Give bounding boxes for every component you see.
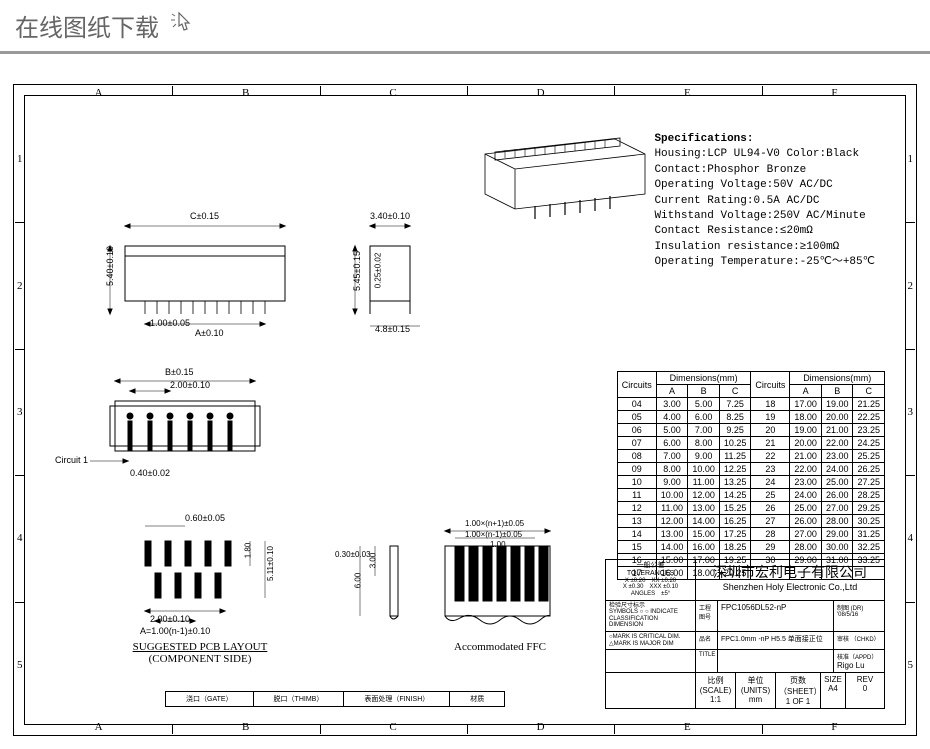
dim-foot: 4.8±0.15 [375,324,410,334]
pcb-layout-view: 0.60±0.05 1.80 5.11±0.10 2.00±0.10 A=1.0… [85,511,315,661]
dim-w04: 0.40±0.02 [130,468,170,478]
dim-ffc-h1: 3.00 [368,553,377,569]
dim-w: 3.40±0.10 [370,211,410,221]
dim-ffc-h2: 6.00 [353,573,362,589]
grid-col-label: D [537,721,545,733]
th-dims2: Dimensions(mm) [790,372,885,385]
dim-pitch: 1.00±0.05 [150,318,190,328]
dim-pcb-a: A=1.00(n-1)±0.10 [140,626,210,636]
spec-line: Contact:Phosphor Bronze [654,163,875,178]
dim-b: B±0.15 [165,367,193,377]
th-circuits: Circuits [617,372,656,398]
drawing-frame-inner: AABBCCDDEEFF1122334455 Specifications: H… [24,95,906,725]
grid-row-label: 2 [908,280,914,292]
grid-row-label: 2 [17,280,23,292]
grid-col-label: E [684,721,691,733]
dim-ffc-w1: 1.00×(n+1)±0.05 [465,519,524,528]
grid-col-label: C [389,721,396,733]
side-view: 3.40±0.10 5.45±0.15 0.25±0.02 4.8±0.15 [335,206,435,336]
pcb-title1: SUGGESTED PCB LAYOUT [115,641,285,653]
table-row: 043.005.007.251817.0019.0021.25 [617,398,884,411]
dim-a: A±0.10 [195,328,223,338]
table-row: 109.0011.0013.252423.0025.0027.25 [617,476,884,489]
part-number: FPC1056DL52-nP [718,601,834,631]
dim-p2: 2.00±0.10 [170,380,210,390]
table-row: 1514.0016.0018.252928.0030.0032.25 [617,541,884,554]
grid-col-label: B [242,87,249,99]
dim-h: 5.40±0.10 [105,246,115,286]
spec-line: Insulation resistance:≥100mΩ [654,240,875,255]
grid-row-label: 5 [17,659,23,671]
drawing-frame-outer: A A B B C C D D E E F F 1 1 2 2 3 3 4 4 5 5 Specifications: H… [13,84,917,736]
table-row: 1211.0013.0015.252625.0027.0029.25 [617,502,884,515]
th-circuits2: Circuits [751,372,790,398]
title-block: 一般公差 TOLERANCES X ±0.20 XX ±0.20 X ±0.30… [605,559,885,709]
part-desc: FPC1.0mm -nP H5.5 单面接正位 [718,632,834,649]
circuit-label: Circuit 1 [55,455,88,465]
grid-row-label: 4 [908,532,914,544]
dim-ffc-t: 0.30±0.03 [335,550,371,559]
dim-h2: 5.45±0.15 [352,251,362,291]
spec-line: Current Rating:0.5A AC/DC [654,194,875,209]
grid-row-label: 3 [17,406,23,418]
grid-col-label: C [389,87,396,99]
grid-col-label: D [537,87,545,99]
page-title: 在线图纸下载 [15,8,159,43]
ffc-view: 1.00×(n+1)±0.05 1.00×(n-1)±0.05 1.00 0.3… [335,516,615,666]
grid-col-label: A [95,721,103,733]
grid-row-label: 1 [908,153,914,165]
grid-row-label: 3 [908,406,914,418]
grid-col-label: F [831,87,837,99]
table-row: 076.008.0010.252120.0022.0024.25 [617,437,884,450]
table-row: 087.009.0011.252221.0023.0025.25 [617,450,884,463]
dim-pcb-p: 2.00±0.10 [150,614,190,624]
grid-col-label: B [242,721,249,733]
specs-title: Specifications: [654,132,875,147]
spec-line: Withstand Voltage:250V AC/Minute [654,209,875,224]
grid-row-label: 5 [908,659,914,671]
company-name-en: Shenzhen Holy Electronic Co.,Ltd [699,582,881,592]
grid-col-label: F [831,721,837,733]
spec-line: Housing:LCP UL94-V0 Color:Black [654,147,875,162]
hand-cursor-icon [169,8,199,43]
spec-line: Contact Resistance:≤20mΩ [654,224,875,239]
company-name-cn: 深圳市宏利电子有限公司 [699,562,881,582]
dim-pcb-w: 0.60±0.05 [185,513,225,523]
ffc-title: Accommodated FFC [435,641,565,653]
table-row: 1110.0012.0014.252524.0026.0028.25 [617,489,884,502]
header: 在线图纸下载 [0,0,930,54]
table-row: 065.007.009.252019.0021.0023.25 [617,424,884,437]
pcb-title2: (COMPONENT SIDE) [115,653,285,665]
grid-row-label: 1 [17,153,23,165]
front-view: C±0.15 5.40±0.10 1.00±0.05 A±0.10 [95,206,315,336]
grid-col-label: A [95,87,103,99]
plan-view: B±0.15 2.00±0.10 Circuit 1 0.40±0.02 [65,366,285,496]
dim-pcb-h: 1.80 [243,543,252,559]
table-row: 1413.0015.0017.252827.0029.0031.25 [617,528,884,541]
bottom-labels: 浇口（GATE） 脱口（THIMB） 表面处理（FINISH） 材质 [165,691,505,707]
iso-view [465,124,655,224]
table-row: 098.0010.0012.252322.0024.0026.25 [617,463,884,476]
dim-ffc-w2: 1.00×(n-1)±0.05 [465,530,522,539]
spec-line: Operating Temperature:-25℃～+85℃ [654,255,875,270]
spec-line: Operating Voltage:50V AC/DC [654,178,875,193]
dimensions-table: Circuits Dimensions(mm) Circuits Dimensi… [617,371,885,580]
dim-pcb-h2: 5.11±0.10 [266,546,275,581]
grid-row-label: 4 [17,532,23,544]
table-row: 054.006.008.251918.0020.0022.25 [617,411,884,424]
author: Rigo Lu [837,661,881,670]
grid-col-label: E [684,87,691,99]
dim-t: 0.25±0.02 [373,253,382,289]
th-dims: Dimensions(mm) [656,372,751,385]
dim-c: C±0.15 [190,211,219,221]
dim-ffc-p: 1.00 [490,540,506,549]
specifications-block: Specifications: Housing:LCP UL94-V0 Colo… [654,132,875,271]
table-row: 1312.0014.0016.252726.0028.0030.25 [617,515,884,528]
